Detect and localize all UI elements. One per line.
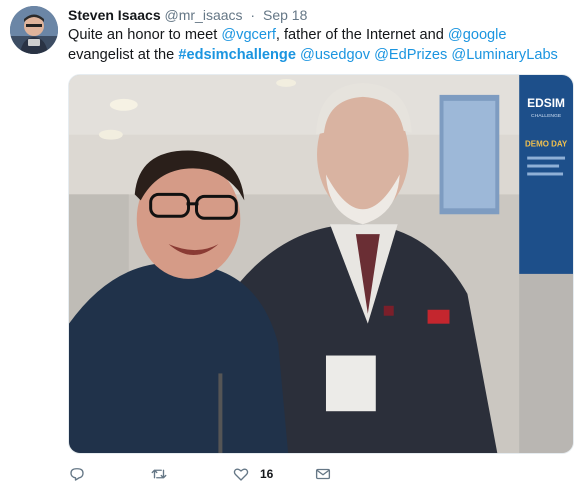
- envelope-icon: [315, 468, 331, 480]
- avatar-image: [10, 6, 58, 54]
- direct-message-button[interactable]: [314, 465, 396, 483]
- mention-link[interactable]: @google: [448, 27, 507, 43]
- tweet-header: Steven Isaacs @mr_isaacs · Sep 18: [68, 6, 307, 24]
- reply-button[interactable]: [68, 465, 150, 483]
- tweet-text: Quite an honor to meet @vgcerf, father o…: [68, 25, 574, 65]
- banner-sub: CHALLENGE: [531, 113, 562, 119]
- retweet-icon: [151, 469, 167, 479]
- photo-image: EDSIM CHALLENGE DEMO DAY: [69, 75, 573, 453]
- author-name[interactable]: Steven Isaacs: [68, 7, 161, 23]
- author-handle[interactable]: @mr_isaacs: [165, 7, 243, 23]
- banner-demo: DEMO DAY: [525, 140, 568, 149]
- mention-link[interactable]: @EdPrizes: [374, 47, 447, 63]
- text-segment: Quite an honor to meet: [68, 27, 222, 43]
- reply-icon: [70, 468, 84, 481]
- like-count: 16: [260, 467, 274, 481]
- separator-dot: ·: [250, 7, 256, 23]
- like-button[interactable]: 16: [232, 465, 314, 483]
- mention-link[interactable]: @vgcerf: [221, 27, 276, 43]
- banner-brand: EDSIM: [527, 96, 565, 110]
- heart-icon: [233, 468, 249, 481]
- hashtag-link[interactable]: #edsimchallenge: [178, 47, 296, 63]
- retweet-button[interactable]: [150, 465, 232, 483]
- tweet-actions: 16: [68, 462, 396, 486]
- text-segment: , father of the Internet and: [275, 27, 448, 43]
- avatar[interactable]: [10, 6, 58, 54]
- tweet-photo[interactable]: EDSIM CHALLENGE DEMO DAY: [68, 74, 574, 454]
- text-segment: evangelist at the: [68, 47, 179, 63]
- mention-link[interactable]: @LuminaryLabs: [451, 47, 557, 63]
- mention-link[interactable]: @usedgov: [300, 47, 370, 63]
- timestamp[interactable]: Sep 18: [263, 7, 307, 23]
